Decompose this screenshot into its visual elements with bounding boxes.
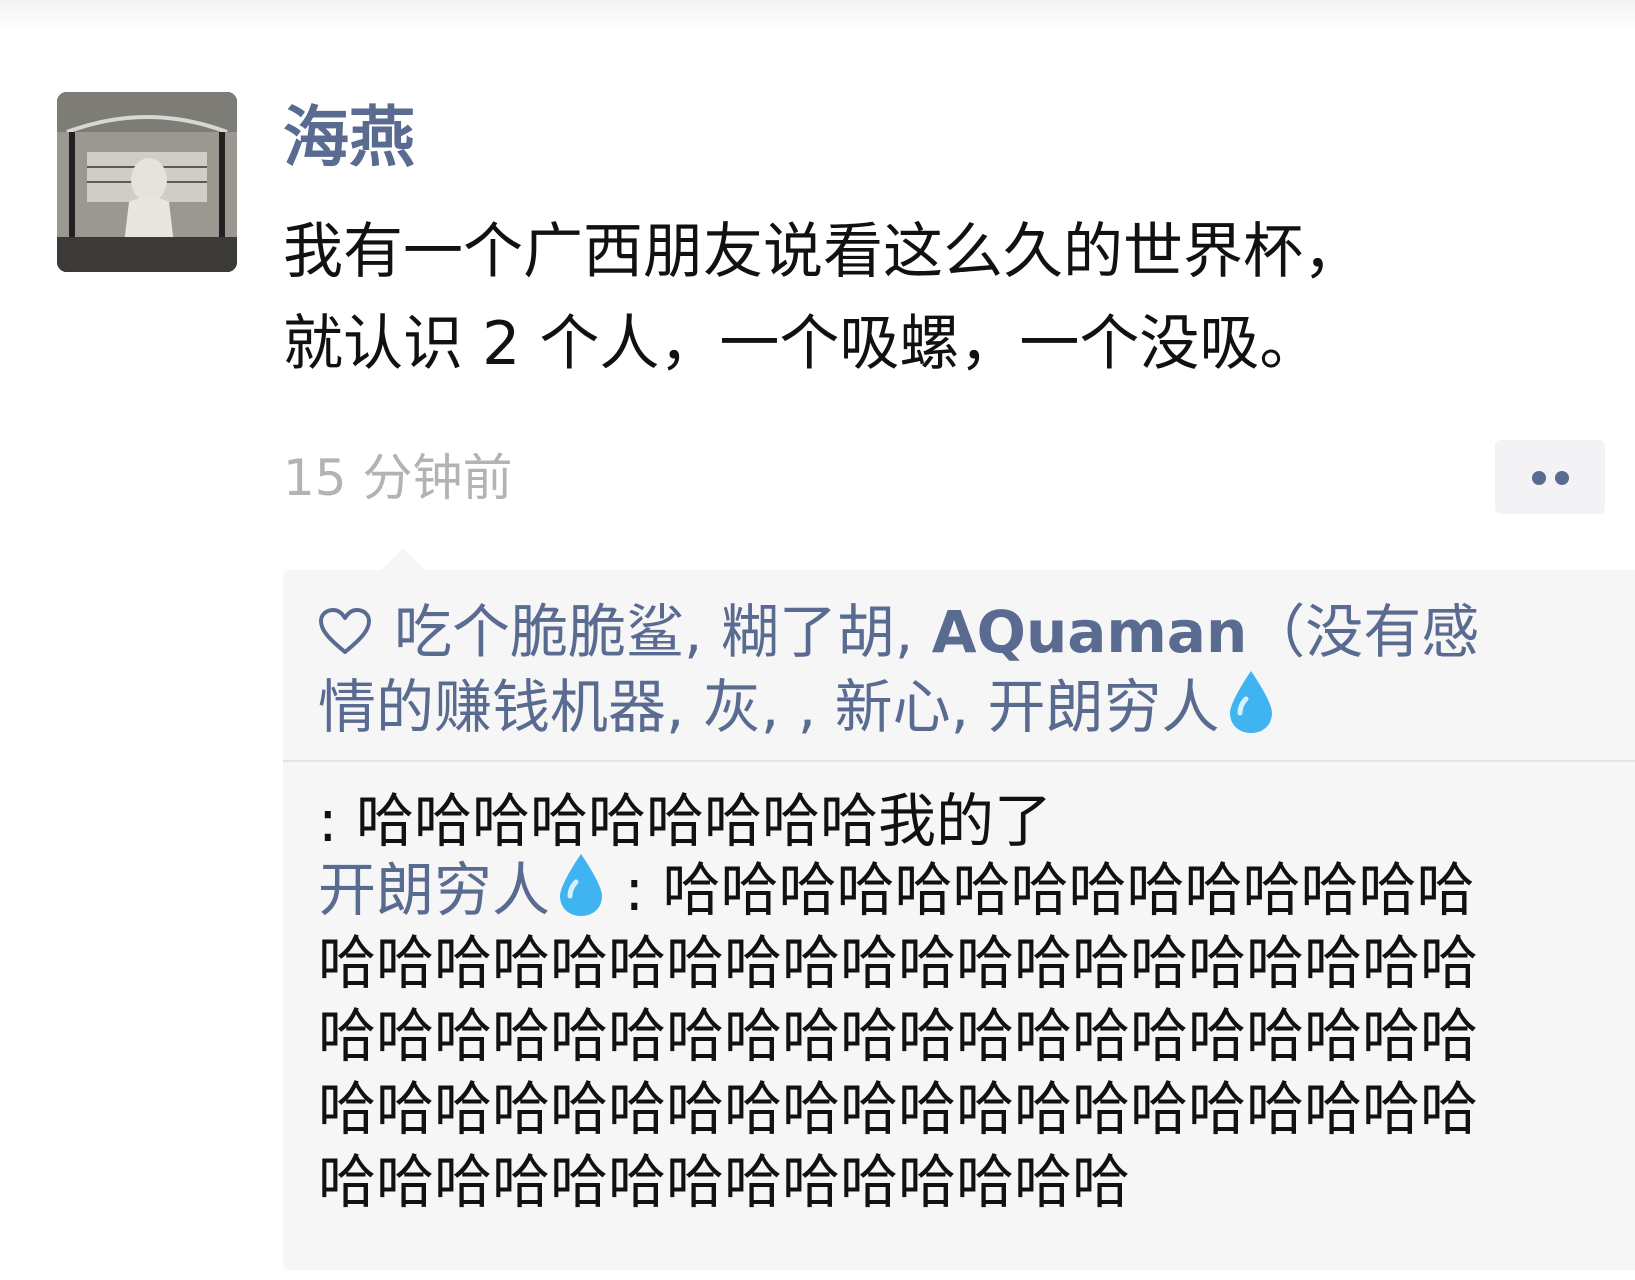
water-drop-icon <box>1226 669 1276 735</box>
dot-icon <box>1555 471 1569 485</box>
heart-icon <box>318 608 372 656</box>
avatar-photo <box>57 92 237 272</box>
post-content: 我有一个广西朋友说看这么久的世界杯， 就认识 2 个人，一个吸螺，一个没吸。 <box>283 206 1563 390</box>
comment-item[interactable]: 开朗穷人 : 哈哈哈哈哈哈哈哈哈哈哈哈哈哈 哈哈哈哈哈哈哈哈哈哈哈哈哈哈哈哈哈哈… <box>318 852 1613 1219</box>
comment-line: 哈哈哈哈哈哈哈哈哈哈哈哈哈哈 <box>318 1148 1131 1216</box>
likes-line: 吃个脆脆鲨, 糊了胡, AQuaman（没有感 <box>318 595 1598 669</box>
comment-separator: : <box>606 856 663 924</box>
comment-line: 哈哈哈哈哈哈哈哈哈哈哈哈哈哈哈哈哈哈哈哈 <box>318 929 1479 997</box>
like-names-tail[interactable]: （没有感 <box>1247 598 1479 666</box>
likes-line: 情的赚钱机器, 灰, , 新心, 开朗穷人 <box>318 669 1598 744</box>
comment-text: 哈哈哈哈哈哈哈哈哈哈哈哈哈哈 <box>662 856 1475 924</box>
top-edge <box>0 0 1635 30</box>
dot-icon <box>1532 471 1546 485</box>
comment-author[interactable]: 开朗穷人 <box>318 856 550 924</box>
divider <box>283 760 1635 762</box>
water-drop-icon <box>556 852 606 918</box>
like-names[interactable]: 吃个脆脆鲨, 糊了胡, <box>394 598 932 666</box>
post-content-line: 我有一个广西朋友说看这么久的世界杯， <box>283 217 1363 287</box>
comment-line: 开朗穷人 : 哈哈哈哈哈哈哈哈哈哈哈哈哈哈 <box>318 852 1613 927</box>
like-name-aquaman[interactable]: AQuaman <box>932 598 1248 666</box>
comment-line: 哈哈哈哈哈哈哈哈哈哈哈哈哈哈哈哈哈哈哈哈 <box>318 1075 1479 1143</box>
comment-line: 哈哈哈哈哈哈哈哈哈哈哈哈哈哈哈哈哈哈哈哈 <box>318 1002 1479 1070</box>
likes-list: 吃个脆脆鲨, 糊了胡, AQuaman（没有感 情的赚钱机器, 灰, , 新心,… <box>318 595 1598 744</box>
like-names[interactable]: 情的赚钱机器, 灰, , 新心, 开朗穷人 <box>318 673 1220 741</box>
avatar[interactable] <box>57 92 237 272</box>
comment-panel: 吃个脆脆鲨, 糊了胡, AQuaman（没有感 情的赚钱机器, 灰, , 新心,… <box>283 548 1635 1270</box>
post-content-line: 就认识 2 个人，一个吸螺，一个没吸。 <box>283 309 1320 379</box>
more-options-button[interactable] <box>1495 440 1605 514</box>
post-author-name[interactable]: 海燕 <box>283 92 415 184</box>
comment-text: : 哈哈哈哈哈哈哈哈哈我的了 <box>318 787 1052 855</box>
post-timestamp: 15 分钟前 <box>283 449 513 507</box>
